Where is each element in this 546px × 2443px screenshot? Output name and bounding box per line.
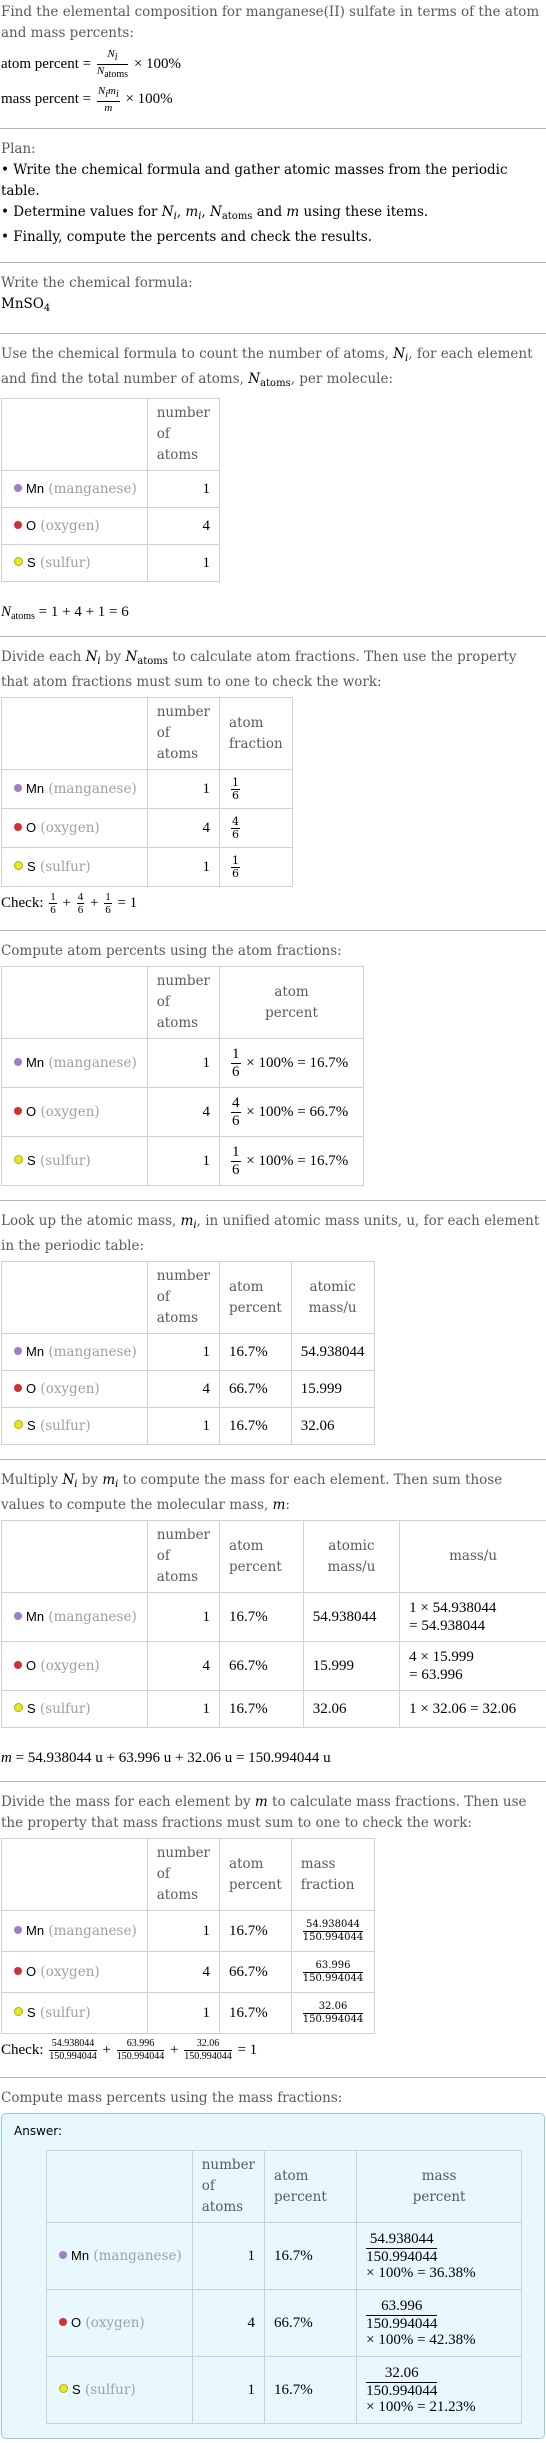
atom-percent-table: numberof atomsatompercent Mn (manganese)… <box>1 966 364 1186</box>
element-color-dot-icon <box>59 2318 67 2326</box>
element-color-dot-icon <box>14 1612 22 1620</box>
count-text: Use the chemical formula to count the nu… <box>1 344 545 394</box>
element-color-dot-icon <box>14 521 22 529</box>
atom-count-table: numberof atoms Mn (manganese)1 O (oxygen… <box>1 398 220 582</box>
table-row: S (sulfur)116.7%32.061 × 32.06 = 32.06 <box>2 1691 546 1728</box>
mass-fraction-section: Divide the mass for each element by m to… <box>0 1782 546 2077</box>
mass-percent-formula: mass percent = Nimim × 100% <box>1 85 545 114</box>
table-row: Mn (manganese)116.7%54.938044150.994044×… <box>47 2223 522 2290</box>
element-color-dot-icon <box>14 861 23 870</box>
element-color-dot-icon <box>14 784 22 792</box>
answer-table: numberof atomsatompercentmasspercent Mn … <box>46 2150 522 2424</box>
table-row: Mn (manganese)116.7%54.9380441 × 54.9380… <box>2 1593 546 1642</box>
table-row: Mn (manganese)116 <box>2 770 293 809</box>
atom-percent-formula: atom percent = NiNatoms × 100% <box>1 48 545 81</box>
mass-percent-text: Compute mass percents using the mass fra… <box>1 2088 545 2109</box>
table-row: O (oxygen)466.7%63.996150.994044× 100% =… <box>47 2290 522 2357</box>
mass-text: Multiply Ni by mi to compute the mass fo… <box>1 1470 545 1516</box>
table-row: S (sulfur)116.7%32.06150.994044 <box>2 1993 375 2034</box>
table-row: S (sulfur)116 <box>2 848 293 887</box>
atomic-mass-table: numberof atomsatompercentatomicmass/u Mn… <box>1 1261 375 1445</box>
atom-percent-text: Compute atom percents using the atom fra… <box>1 941 545 962</box>
table-row: O (oxygen)466.7%63.996150.994044 <box>2 1952 375 1993</box>
element-color-dot-icon <box>14 557 23 566</box>
chemical-formula: MnSO4 <box>1 294 545 319</box>
element-color-dot-icon <box>14 484 22 492</box>
plan-section: Plan: • Write the chemical formula and g… <box>0 129 546 262</box>
atom-percent-section: Compute atom percents using the atom fra… <box>0 931 546 1200</box>
atom-fraction-text: Divide each Ni by Natoms to calculate at… <box>1 647 545 693</box>
element-color-dot-icon <box>59 2251 67 2259</box>
atomic-mass-text: Look up the atomic mass, mi, in unified … <box>1 1211 545 1257</box>
table-row: S (sulfur)116.7%32.06 <box>2 1408 375 1445</box>
element-color-dot-icon <box>14 1661 22 1669</box>
atom-fraction-section: Divide each Ni by Natoms to calculate at… <box>0 637 546 930</box>
element-color-dot-icon <box>14 1703 23 1712</box>
table-row: O (oxygen)466.7%15.9994 × 15.999= 63.996 <box>2 1642 546 1691</box>
element-color-dot-icon <box>14 2007 23 2016</box>
table-row: S (sulfur)1 <box>2 545 220 582</box>
atomic-mass-section: Look up the atomic mass, mi, in unified … <box>0 1201 546 1459</box>
table-row: O (oxygen)446 × 100% = 66.7% <box>2 1088 364 1137</box>
element-color-dot-icon <box>14 1967 22 1975</box>
formula-section: Write the chemical formula: MnSO4 <box>0 263 546 333</box>
mass-section: Multiply Ni by mi to compute the mass fo… <box>0 1460 546 1781</box>
plan-bullet: • Write the chemical formula and gather … <box>1 160 545 202</box>
atom-fraction-table: numberof atomsatomfraction Mn (manganese… <box>1 697 293 887</box>
element-color-dot-icon <box>14 1384 22 1392</box>
table-row: O (oxygen)446 <box>2 809 293 848</box>
answer-label: Answer: <box>14 2124 532 2138</box>
element-color-dot-icon <box>14 1058 22 1066</box>
plan-title: Plan: <box>1 139 545 160</box>
mass-percent-section: Compute mass percents using the mass fra… <box>0 2078 546 2443</box>
header-number-of-atoms: numberof atoms <box>147 399 219 471</box>
mass-fraction-check: Check: 54.938044150.994044 + 63.996150.9… <box>1 2038 545 2063</box>
molecular-mass-equation: m = 54.938044 u + 63.996 u + 32.06 u = 1… <box>1 1750 545 1767</box>
atom-fraction-check: Check: 16 + 46 + 16 = 1 <box>1 891 545 916</box>
mass-fraction-table: numberof atomsatompercentmassfraction Mn… <box>1 1838 375 2034</box>
intro-text: Find the elemental composition for manga… <box>1 2 545 44</box>
table-row: Mn (manganese)116.7%54.938044 <box>2 1334 375 1371</box>
mass-fraction-text: Divide the mass for each element by m to… <box>1 1792 545 1834</box>
plan-bullet: • Finally, compute the percents and chec… <box>1 227 545 248</box>
formula-label: Write the chemical formula: <box>1 273 545 294</box>
element-color-dot-icon <box>14 1347 22 1355</box>
table-row: Mn (manganese)116 × 100% = 16.7% <box>2 1039 364 1088</box>
intro-section: Find the elemental composition for manga… <box>0 0 546 128</box>
element-color-dot-icon <box>14 1926 22 1934</box>
table-row: Mn (manganese)116.7%54.938044150.994044 <box>2 1911 375 1952</box>
table-row: O (oxygen)466.7%15.999 <box>2 1371 375 1408</box>
table-row: S (sulfur)116.7%32.06150.994044× 100% = … <box>47 2357 522 2424</box>
total-atoms-equation: Natoms = 1 + 4 + 1 = 6 <box>1 604 545 622</box>
count-section: Use the chemical formula to count the nu… <box>0 334 546 636</box>
element-color-dot-icon <box>14 1107 22 1115</box>
element-color-dot-icon <box>14 1155 23 1164</box>
plan-bullet: • Determine values for Ni, mi, Natoms an… <box>1 202 545 227</box>
answer-box: Answer: numberof atomsatompercentmassper… <box>1 2113 545 2439</box>
table-row: O (oxygen)4 <box>2 508 220 545</box>
element-color-dot-icon <box>14 1420 23 1429</box>
element-color-dot-icon <box>14 823 22 831</box>
element-color-dot-icon <box>59 2384 68 2393</box>
table-row: Mn (manganese)1 <box>2 471 220 508</box>
mass-table: numberof atomsatompercentatomicmass/umas… <box>1 1520 546 1728</box>
table-row: S (sulfur)116 × 100% = 16.7% <box>2 1137 364 1186</box>
